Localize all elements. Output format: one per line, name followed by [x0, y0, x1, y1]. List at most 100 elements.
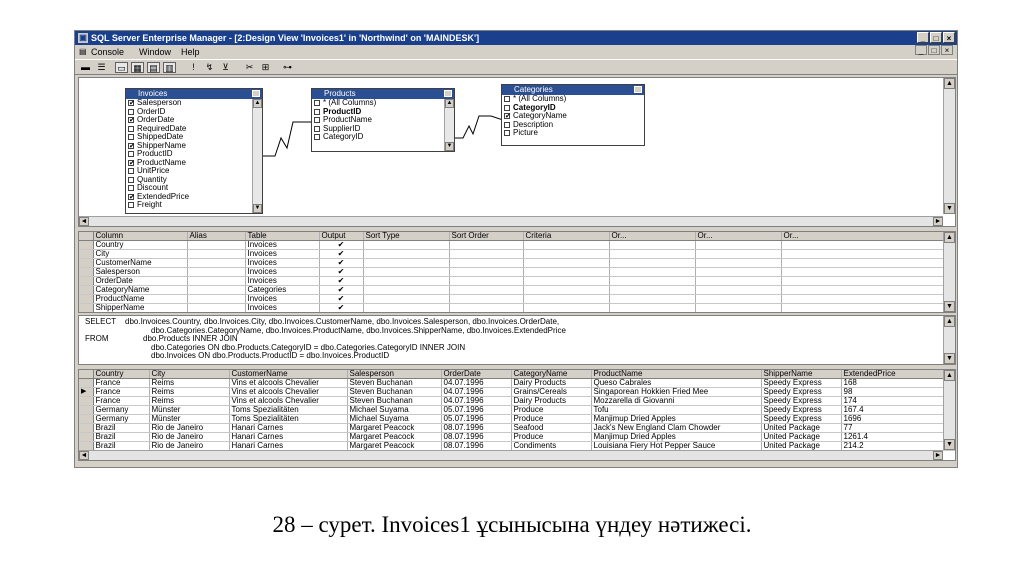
grid-header-cell[interactable]: Or... — [781, 232, 946, 241]
column-checkbox[interactable]: ✔ — [128, 142, 135, 150]
grid-output-checkbox[interactable]: ✔ — [319, 258, 364, 268]
results-cell[interactable]: Produce — [511, 405, 592, 415]
results-cell[interactable]: Rio de Janeiro — [149, 432, 230, 442]
results-cell[interactable]: Produce — [511, 432, 592, 442]
grid-output-checkbox[interactable]: ✔ — [319, 240, 364, 250]
add-table-icon[interactable]: ⊶ — [281, 62, 294, 73]
row-selector[interactable] — [79, 414, 94, 424]
grid-header-cell[interactable]: Criteria — [523, 232, 610, 241]
grid-alias-cell[interactable] — [187, 249, 246, 259]
invoices-scrollbar[interactable]: ▲ ▼ — [252, 99, 262, 213]
grid-empty-cell[interactable] — [523, 303, 610, 312]
grid-table-cell[interactable]: Invoices — [245, 267, 320, 277]
grid-column-cell[interactable]: ShipperName — [93, 303, 188, 312]
column-checkbox[interactable] — [504, 121, 510, 128]
results-cell[interactable]: Manjimup Dried Apples — [591, 414, 762, 424]
mdi-restore-button[interactable]: □ — [928, 45, 940, 55]
grid-column-cell[interactable]: City — [93, 249, 188, 259]
column-checkbox[interactable] — [128, 185, 134, 191]
results-cell[interactable]: Dairy Products — [511, 378, 592, 388]
grid-empty-cell[interactable] — [695, 249, 782, 259]
results-cell[interactable]: Toms Spezialitäten — [229, 405, 348, 415]
group-by-icon[interactable]: ⊞ — [259, 62, 272, 73]
grid-column-cell[interactable]: OrderDate — [93, 276, 188, 286]
grid-alias-cell[interactable] — [187, 276, 246, 286]
grid-empty-cell[interactable] — [695, 267, 782, 277]
grid-vscroll[interactable]: ▲ ▼ — [943, 232, 955, 312]
title-bar[interactable]: ▣ SQL Server Enterprise Manager - [2:Des… — [75, 31, 957, 45]
column-checkbox[interactable] — [128, 134, 134, 140]
results-cell[interactable]: Brazil — [93, 423, 150, 433]
grid-empty-cell[interactable] — [449, 249, 524, 259]
results-row[interactable]: France Reims Vins et alcools Chevalier Stev… — [79, 378, 955, 388]
grid-output-checkbox[interactable]: ✔ — [319, 285, 364, 295]
products-table-box[interactable]: Products * (All Columns) ProductID Product… — [311, 88, 455, 152]
results-cell[interactable]: Speedy Express — [761, 396, 842, 406]
grid-empty-cell[interactable] — [609, 249, 696, 259]
results-row[interactable]: Brazil Rio de Janeiro Hanari Carnes Margare… — [79, 432, 955, 442]
table-column-item[interactable]: Freight — [126, 200, 262, 210]
grid-column-cell[interactable]: Salesperson — [93, 267, 188, 277]
grid-empty-cell[interactable] — [363, 294, 450, 304]
grid-empty-cell[interactable] — [363, 276, 450, 286]
criteria-grid-pane[interactable]: Column Alias Table Output Sort Type Sort Orde… — [78, 231, 956, 313]
results-header-cell[interactable]: OrderDate — [441, 370, 512, 379]
grid-empty-cell[interactable] — [523, 240, 610, 250]
results-pane-icon[interactable]: ▥ — [163, 62, 176, 73]
grid-header-cell[interactable]: Sort Type — [363, 232, 450, 241]
grid-empty-cell[interactable] — [781, 258, 946, 268]
results-cell[interactable]: Tofu — [591, 405, 762, 415]
results-row[interactable]: ▶ France Reims Vins et alcools Chevalier Ste… — [79, 387, 955, 397]
minimize-button[interactable]: _ — [917, 32, 929, 43]
row-selector[interactable] — [79, 294, 94, 304]
results-cell[interactable]: Speedy Express — [761, 387, 842, 397]
results-cell[interactable]: Vins et alcools Chevalier — [229, 387, 348, 397]
grid-empty-cell[interactable] — [523, 267, 610, 277]
grid-empty-cell[interactable] — [781, 249, 946, 259]
column-checkbox[interactable] — [504, 104, 510, 111]
results-header-cell[interactable]: CustomerName — [229, 370, 348, 379]
results-cell[interactable]: France — [93, 387, 150, 397]
grid-empty-cell[interactable] — [609, 267, 696, 277]
results-cell[interactable]: United Package — [761, 432, 842, 442]
column-checkbox[interactable]: ✔ — [128, 159, 135, 167]
results-cell[interactable]: 168 — [841, 378, 955, 388]
remove-filter-icon[interactable]: ✂ — [243, 62, 256, 73]
run-icon[interactable]: ! — [187, 62, 200, 73]
close-button[interactable]: × — [943, 32, 955, 43]
categories-table-box[interactable]: Categories * (All Columns) CategoryID ✔ Cat… — [501, 84, 645, 146]
diagram-hscroll[interactable]: ◄ ► — [79, 216, 943, 226]
grid-table-cell[interactable]: Invoices — [245, 249, 320, 259]
save-icon[interactable]: ▬ — [79, 62, 92, 73]
results-cell[interactable]: 04.07.1996 — [441, 387, 512, 397]
grid-empty-cell[interactable] — [449, 303, 524, 312]
row-selector[interactable] — [79, 396, 94, 406]
grid-empty-cell[interactable] — [781, 276, 946, 286]
results-cell[interactable]: Speedy Express — [761, 378, 842, 388]
grid-header-cell[interactable]: Or... — [609, 232, 696, 241]
grid-row[interactable]: OrderDate Invoices ✔ — [79, 276, 946, 286]
grid-header-cell[interactable]: Sort Order — [449, 232, 524, 241]
close-table-icon[interactable] — [252, 90, 260, 97]
grid-table-cell[interactable]: Invoices — [245, 303, 320, 312]
results-cell[interactable]: 04.07.1996 — [441, 378, 512, 388]
column-checkbox[interactable] — [128, 176, 134, 183]
column-checkbox[interactable]: ✔ — [128, 193, 135, 201]
results-cell[interactable]: Hanari Carnes — [229, 432, 348, 442]
grid-alias-cell[interactable] — [187, 285, 246, 295]
column-checkbox[interactable] — [128, 168, 134, 174]
results-cell[interactable]: Reims — [149, 378, 230, 388]
results-cell[interactable]: Steven Buchanan — [347, 378, 442, 388]
grid-row[interactable]: ShipperName Invoices ✔ — [79, 303, 946, 312]
results-cell[interactable]: 1261.4 — [841, 432, 955, 442]
results-cell[interactable]: 1696 — [841, 414, 955, 424]
invoices-table-box[interactable]: Invoices ✔ Salesperson OrderID ✔ OrderDate Re… — [125, 88, 263, 214]
diagram-pane[interactable]: Invoices ✔ Salesperson OrderID ✔ OrderDate Re… — [78, 77, 956, 227]
results-cell[interactable]: Jack's New England Clam Chowder — [591, 423, 762, 433]
results-cell[interactable]: 167.4 — [841, 405, 955, 415]
column-checkbox[interactable]: ✔ — [504, 113, 511, 120]
menu-help[interactable]: Help — [181, 45, 200, 59]
grid-empty-cell[interactable] — [695, 276, 782, 286]
results-vscroll[interactable]: ▲ ▼ — [943, 370, 955, 450]
grid-empty-cell[interactable] — [609, 285, 696, 295]
